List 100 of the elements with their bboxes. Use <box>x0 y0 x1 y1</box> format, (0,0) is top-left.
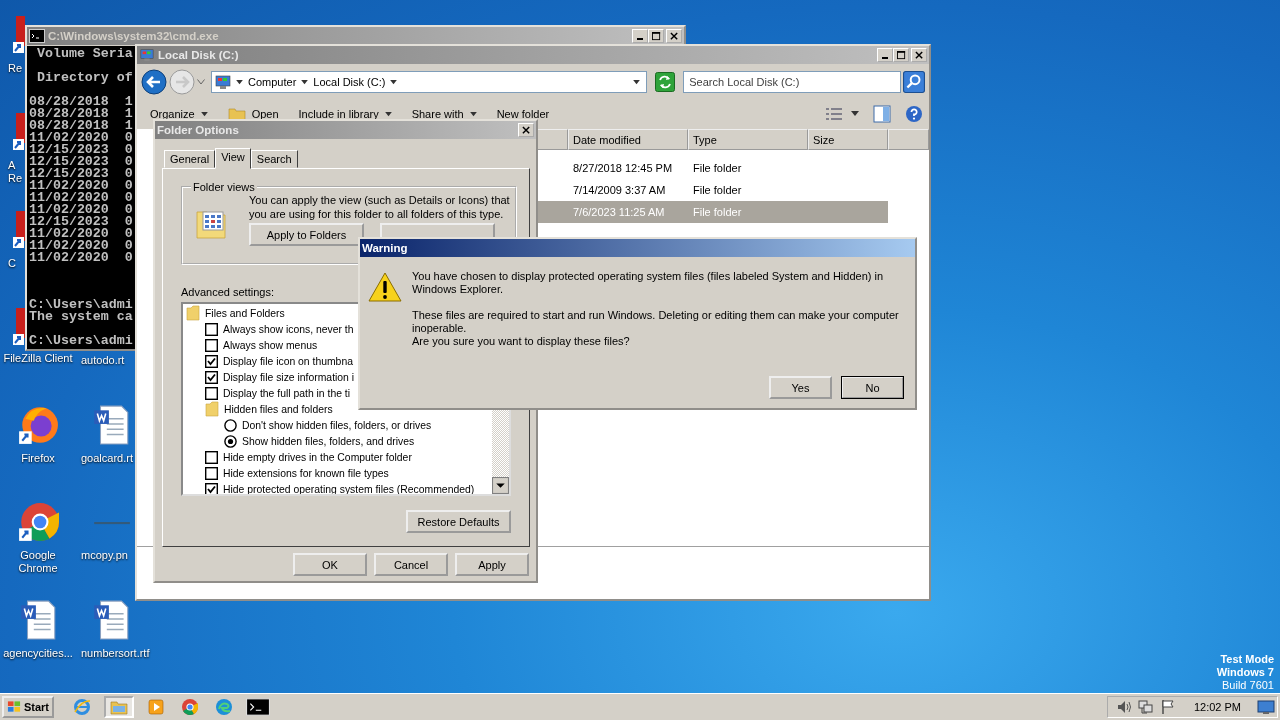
caret-icon[interactable] <box>301 79 309 85</box>
watermark-text: Test Mode <box>1220 653 1274 666</box>
refresh-icon[interactable] <box>655 72 676 92</box>
radio-button[interactable] <box>224 434 237 448</box>
show-desktop-icon[interactable] <box>1257 699 1275 715</box>
setting-label[interactable]: Display file icon on thumbna <box>223 355 353 367</box>
browser-icon[interactable] <box>17 501 59 543</box>
icon-label[interactable]: FileZilla Client <box>3 352 73 365</box>
caret-icon[interactable] <box>390 79 398 85</box>
checkbox[interactable] <box>205 466 218 480</box>
group-label: Folder views <box>192 181 256 193</box>
taskbar-button[interactable] <box>246 696 270 718</box>
minimize-icon <box>882 57 888 59</box>
icon-label[interactable]: Re <box>8 61 23 75</box>
caret-icon[interactable] <box>851 111 859 117</box>
computer-icon <box>139 48 155 62</box>
checkbox[interactable] <box>205 370 218 384</box>
help-icon[interactable] <box>905 105 923 123</box>
app-icon[interactable] <box>13 208 25 249</box>
preview-pane-icon[interactable] <box>873 105 891 123</box>
toolbar-button[interactable]: Open <box>224 105 282 123</box>
breadcrumb-item[interactable]: Local Disk (C:) <box>313 76 386 88</box>
console-line: 08/28/2018 1 <box>29 108 133 120</box>
checkbox[interactable] <box>205 450 218 464</box>
minimize-icon <box>637 38 643 40</box>
column-header[interactable]: Size <box>808 129 888 150</box>
setting-label[interactable]: Hide protected operating system files (Recommended) <box>223 483 475 494</box>
console-line: 11/02/2020 0 <box>29 192 133 204</box>
close-icon <box>914 50 924 60</box>
checkbox[interactable] <box>205 482 218 494</box>
table-cell-text: 7/14/2009 3:37 AM <box>572 184 667 196</box>
toolbar-button[interactable]: Include in library <box>295 106 395 122</box>
column-header[interactable]: Date modified <box>568 129 688 150</box>
dropdown-icon[interactable] <box>633 79 641 85</box>
view-list-icon[interactable] <box>825 105 843 123</box>
tab[interactable]: Search <box>250 150 298 168</box>
setting-label[interactable]: Always show icons, never th <box>223 323 354 335</box>
icon-label[interactable]: numbersort.rtf <box>81 646 150 660</box>
start-button[interactable]: Start <box>2 696 54 718</box>
checkbox[interactable] <box>205 338 218 352</box>
search-icon[interactable] <box>903 71 925 93</box>
checkbox[interactable] <box>205 354 218 368</box>
console-line: 12/15/2023 0 <box>29 144 133 156</box>
app-icon[interactable] <box>13 13 25 54</box>
table-cell-text: 7/6/2023 11:25 AM <box>572 206 666 218</box>
network-icon[interactable] <box>1137 699 1154 715</box>
flag-icon[interactable] <box>1159 699 1176 715</box>
message-text: These files are required to start and run Windows. Deleting or editing them can make your computer inoperable. <box>412 309 900 335</box>
tab[interactable]: General <box>164 150 216 168</box>
dialog-button[interactable]: Cancel <box>374 553 448 576</box>
setting-label[interactable]: Always show menus <box>223 339 318 351</box>
icon-label[interactable]: A Re <box>8 159 23 185</box>
window-title: Folder Options <box>157 124 239 136</box>
console-line: 11/02/2020 0 <box>29 180 133 192</box>
speaker-icon[interactable] <box>1115 699 1132 715</box>
restore-defaults-button[interactable]: Restore Defaults <box>406 510 511 533</box>
checkbox[interactable] <box>205 386 218 400</box>
icon-label[interactable]: Firefox <box>21 451 55 465</box>
dialog-button[interactable]: Yes <box>769 376 832 399</box>
close-icon <box>521 125 531 135</box>
console-line: Volume Seria <box>35 48 133 60</box>
setting-label[interactable]: Don't show hidden files, folders, or drives <box>242 419 432 431</box>
toolbar-button[interactable]: New folder <box>493 106 553 122</box>
toolbar-button[interactable]: Organize <box>147 106 211 122</box>
table-cell-text: File folder <box>692 206 743 218</box>
column-header[interactable]: Type <box>688 129 808 150</box>
console-line: C:\Users\admi <box>29 335 133 347</box>
folder-icon <box>205 401 219 417</box>
setting-label[interactable]: Display file size information i <box>223 371 355 383</box>
dialog-button[interactable]: No <box>841 376 904 399</box>
radio-button[interactable] <box>224 418 237 432</box>
folder-icon <box>110 698 128 716</box>
toolbar-button[interactable]: Share with <box>408 106 480 122</box>
setting-label[interactable]: Hide empty drives in the Computer folder <box>223 451 412 463</box>
checkbox[interactable] <box>205 322 218 336</box>
app-icon[interactable] <box>13 306 25 346</box>
setting-label[interactable]: Hide extensions for known file types <box>223 467 389 479</box>
icon-label[interactable]: Google Chrome <box>0 549 76 575</box>
icon-label[interactable]: autodo.rt <box>81 354 125 367</box>
message-text: Are you sure you want to display these files? <box>412 335 631 348</box>
back-button[interactable] <box>141 69 167 95</box>
icon-label[interactable]: goalcard.rt <box>81 451 133 465</box>
search-field[interactable]: Search Local Disk (C:) <box>683 71 901 93</box>
caret-icon[interactable] <box>236 79 243 85</box>
dialog-button[interactable]: Apply <box>455 553 529 576</box>
icon-label[interactable]: agencycities... <box>3 646 73 660</box>
tab[interactable]: View <box>215 148 251 169</box>
breadcrumb-item[interactable]: Computer <box>248 76 297 88</box>
scroll-down-button[interactable] <box>492 477 509 494</box>
icon-label[interactable]: C <box>8 256 16 270</box>
app-icon[interactable] <box>13 111 25 151</box>
windows-logo-icon <box>7 700 22 714</box>
address-bar[interactable]: Computer Local Disk (C:) <box>211 71 648 93</box>
dialog-button[interactable]: OK <box>293 553 367 576</box>
setting-label[interactable]: Display the full path in the ti <box>223 387 351 399</box>
column-header <box>888 129 929 150</box>
maximize-icon <box>651 31 661 41</box>
icon-label[interactable]: mcopy.pn <box>81 549 128 562</box>
clock[interactable]: 12:02 PM <box>1193 701 1241 713</box>
setting-label[interactable]: Show hidden files, folders, and drives <box>242 435 415 447</box>
